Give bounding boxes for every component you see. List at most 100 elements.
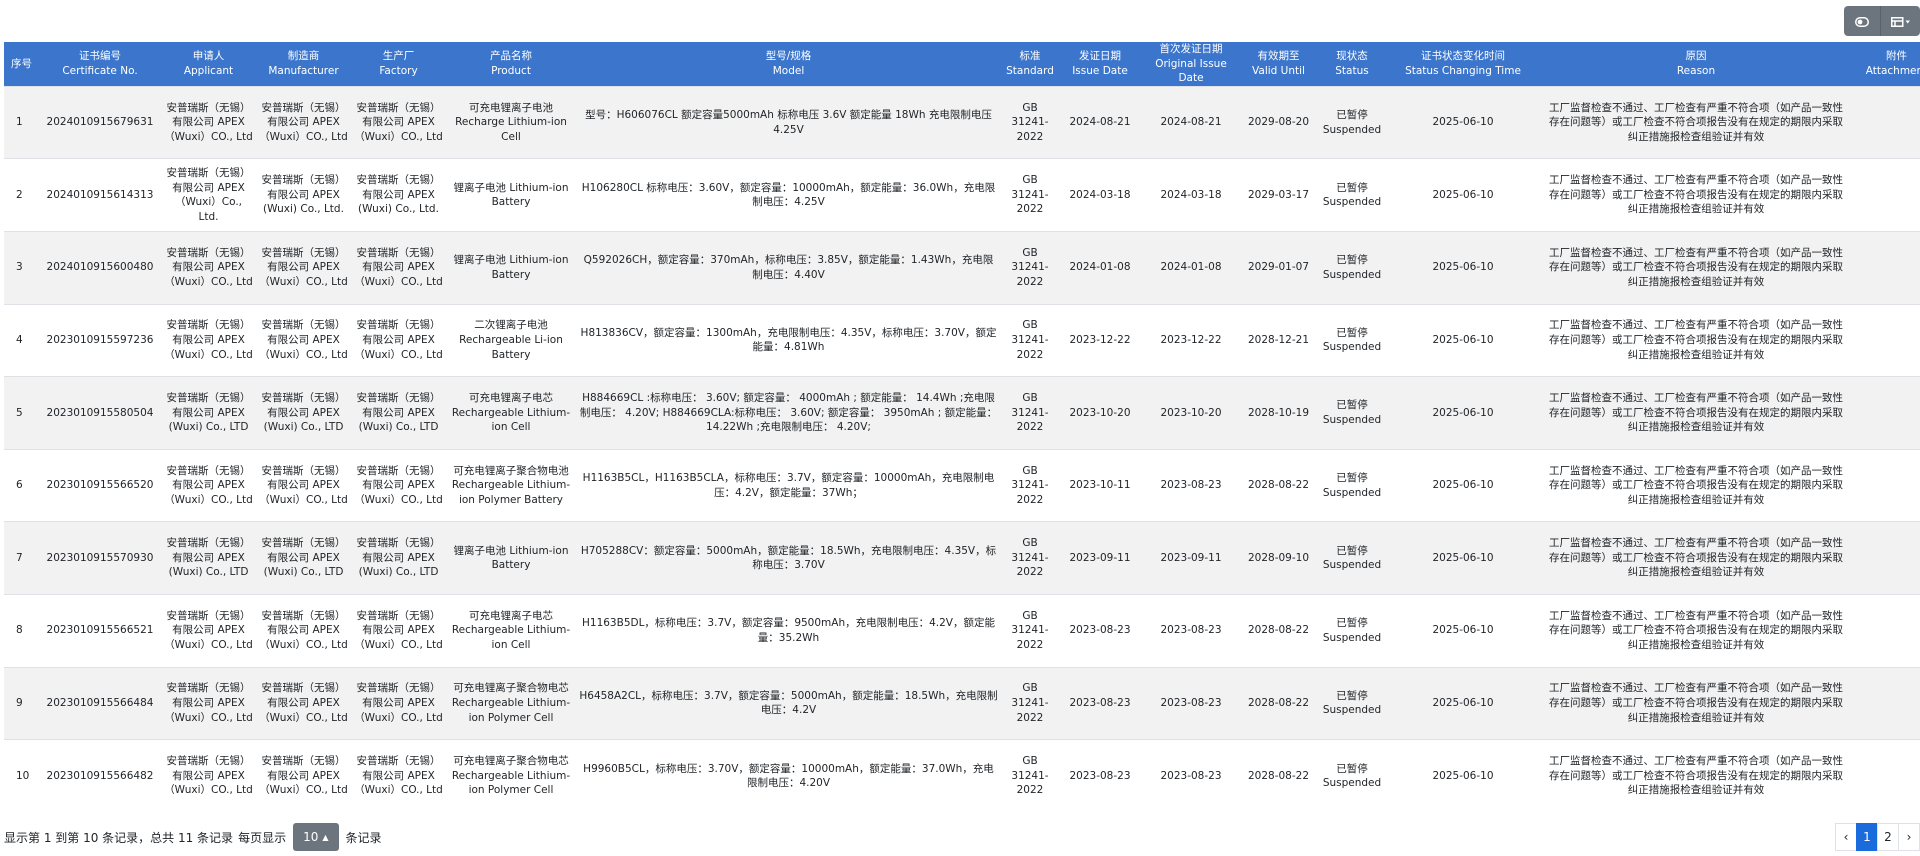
cell-certificate-no: 2023010915580504 — [46, 406, 154, 419]
cell-certificate-no: 2023010915566484 — [46, 697, 154, 710]
cell-model: H813836CV，额定容量：1300mAh，充电限制电压：4.35V，标称电压… — [580, 326, 997, 354]
cell-applicant: 安普瑞斯（无锡）有限公司 APEX（Wuxi）CO., Ltd — [164, 755, 253, 797]
cell-attachment — [1854, 86, 1920, 159]
cell-original-issue-date: 2024-03-18 — [1160, 188, 1222, 201]
column-header-attachment: 附件Attachment — [1854, 42, 1920, 86]
cell-standard: GB 31241-2022 — [1011, 246, 1049, 289]
table-header: 序号 证书编号 Certificate No. 申请人 Applicant 制造商 Manu… — [4, 42, 1920, 87]
cell-status-changing-time: 2025-06-10 — [1432, 261, 1494, 274]
cell-model: H106280CL 标称电压：3.60V，额定容量：10000mAh，额定能量：… — [581, 181, 996, 209]
cell-status: 已暂停 Suspended — [1322, 326, 1382, 354]
cell-row-number: 9 — [16, 697, 23, 710]
cell-model: H1163B5DL，标称电压：3.7V，额定容量：9500mAh，充电限制电压：… — [582, 617, 995, 644]
column-header-zh: 序号 — [11, 57, 32, 70]
next-page-button[interactable]: › — [1898, 823, 1920, 851]
cell-original-issue-date: 2023-08-23 — [1160, 769, 1222, 782]
column-header-index: 序号 — [4, 42, 39, 86]
cell-row-number: 1 — [16, 116, 23, 129]
per-page-label: 每页显示 — [238, 830, 287, 845]
cell-applicant: 安普瑞斯（无锡）有限公司 APEX（Wuxi）CO., Ltd — [164, 101, 253, 143]
cell-original-issue-date: 2023-10-20 — [1160, 406, 1222, 419]
pagination: ‹ 1 2 › — [1835, 823, 1920, 851]
cell-status: 已暂停 Suspended — [1322, 254, 1382, 281]
cell-standard: GB 31241-2022 — [1011, 682, 1049, 724]
cell-status-changing-time: 2025-06-10 — [1432, 479, 1494, 492]
table-row: 6 2023010915566520 安普瑞斯（无锡）有限公司 APEX（Wuxi）… — [4, 449, 1920, 522]
cell-attachment — [1854, 594, 1920, 667]
cell-issue-date: 2023-10-11 — [1069, 479, 1131, 492]
cell-valid-until: 2028-08-22 — [1247, 697, 1310, 710]
column-header-en: Certificate No. — [62, 64, 138, 77]
cell-applicant: 安普瑞斯（无锡）有限公司 APEX（Wuxi）CO., Ltd — [164, 682, 253, 724]
page-size-dropdown[interactable]: 10 ▲ — [293, 823, 339, 851]
certificate-table-container: 序号 证书编号 Certificate No. 申请人 Applicant 制造商 Manu… — [4, 42, 1920, 815]
column-header-valid-until: 有效期至 Valid Until — [1241, 42, 1316, 86]
column-header-en: Status Changing Time — [1405, 64, 1521, 77]
cell-attachment — [1854, 740, 1920, 813]
cell-attachment — [1854, 522, 1920, 595]
cell-model: H1163B5CL，H1163B5CLA，标称电压：3.7V，额定容量：1000… — [582, 471, 995, 499]
cell-original-issue-date: 2023-08-23 — [1160, 697, 1222, 710]
column-header-zh: 型号/规格 — [765, 50, 812, 63]
column-header-zh: 申请人 — [192, 50, 225, 63]
column-header-reason: 原因 Reason — [1538, 42, 1854, 86]
table-row: 2 2024010915614313 安普瑞斯（无锡）有限公司 APEX（Wuxi）… — [4, 158, 1920, 232]
cell-standard: GB 31241-2022 — [1011, 537, 1049, 579]
column-header-issue-date: 发证日期 Issue Date — [1059, 42, 1141, 86]
cell-factory: 安普瑞斯（无锡）有限公司 APEX（Wuxi）CO., Ltd — [354, 609, 443, 652]
cell-model: H884669CL :标称电压： 3.60V; 额定容量： 4000mAh ; … — [579, 392, 998, 434]
page-button-1[interactable]: 1 — [1856, 823, 1878, 851]
cell-status-changing-time: 2025-06-10 — [1432, 116, 1494, 129]
cell-status-changing-time: 2025-06-10 — [1432, 406, 1494, 419]
cell-manufacturer: 安普瑞斯（无锡）有限公司 APEX (Wuxi) Co., LTD — [261, 392, 346, 434]
cell-reason: 工厂监督检查不通过、工厂检查有严重不符合项（如产品一致性存在问题等）或工厂检查不… — [1549, 319, 1843, 361]
column-header-en: Original Issue Date — [1155, 57, 1227, 85]
page-button-2[interactable]: 2 — [1877, 823, 1899, 851]
cell-applicant: 安普瑞斯（无锡）有限公司 APEX（Wuxi）CO., Ltd — [164, 609, 253, 652]
cell-factory: 安普瑞斯（无锡）有限公司 APEX（Wuxi）CO., Ltd — [354, 464, 443, 506]
column-header-applicant: 申请人 Applicant — [161, 42, 256, 86]
column-header-zh: 证书状态变化时间 — [1421, 50, 1505, 63]
cell-product: 锂离子电池 Lithium-ion Battery — [453, 254, 569, 281]
columns-button[interactable] — [1880, 6, 1920, 36]
cell-reason: 工厂监督检查不通过、工厂检查有严重不符合项（如产品一致性存在问题等）或工厂检查不… — [1549, 392, 1843, 434]
cell-original-issue-date: 2023-12-22 — [1160, 334, 1222, 347]
cell-valid-until: 2029-08-20 — [1247, 116, 1310, 129]
column-header-manufacturer: 制造商 Manufacturer — [256, 42, 351, 86]
cell-valid-until: 2028-08-22 — [1247, 624, 1310, 637]
column-header-zh: 产品名称 — [490, 50, 532, 63]
table-body: 1 2024010915679631 安普瑞斯（无锡）有限公司 APEX（Wuxi）… — [4, 86, 1920, 813]
cell-status: 已暂停 Suspended — [1322, 762, 1382, 790]
cell-issue-date: 2023-10-20 — [1069, 406, 1131, 419]
prev-page-button[interactable]: ‹ — [1835, 823, 1857, 851]
column-header-zh: 制造商 — [287, 50, 320, 63]
cell-certificate-no: 2024010915614313 — [46, 188, 154, 201]
cell-product: 可充电锂离子聚合物电芯 Rechargeable Lithium-ion Pol… — [451, 682, 571, 724]
cell-status-changing-time: 2025-06-10 — [1432, 697, 1494, 710]
table-row: 5 2023010915580504 安普瑞斯（无锡）有限公司 APEX (Wuxi… — [4, 376, 1920, 450]
cell-status: 已暂停 Suspended — [1322, 181, 1382, 209]
column-header-en: Applicant — [183, 64, 234, 77]
toggle-view-button[interactable] — [1844, 6, 1880, 36]
column-header-zh: 首次发证日期 — [1159, 43, 1223, 55]
cell-manufacturer: 安普瑞斯（无锡）有限公司 APEX（Wuxi）CO., Ltd — [259, 682, 348, 724]
cell-manufacturer: 安普瑞斯（无锡）有限公司 APEX（Wuxi）CO., Ltd — [259, 755, 348, 797]
cell-row-number: 5 — [16, 406, 23, 419]
cell-factory: 安普瑞斯（无锡）有限公司 APEX（Wuxi）CO., Ltd — [354, 246, 443, 289]
column-header-en: Status — [1335, 64, 1369, 77]
toggle-icon — [1855, 12, 1869, 31]
cell-model: H705288CV：额定容量：5000mAh，额定能量：18.5Wh，充电限制电… — [580, 544, 997, 572]
cell-status: 已暂停 Suspended — [1322, 108, 1382, 136]
table-row: 4 2023010915597236 安普瑞斯（无锡）有限公司 APEX（Wuxi）… — [4, 304, 1920, 377]
column-header-en: Valid Until — [1252, 64, 1305, 77]
cell-original-issue-date: 2023-08-23 — [1160, 624, 1222, 637]
cell-issue-date: 2023-12-22 — [1069, 334, 1131, 347]
column-header-zh: 附件 — [1886, 50, 1907, 63]
cell-factory: 安普瑞斯（无锡）有限公司 APEX (Wuxi) Co., LTD — [356, 392, 441, 434]
cell-attachment — [1854, 231, 1920, 304]
cell-issue-date: 2024-01-08 — [1069, 261, 1131, 274]
cell-standard: GB 31241-2022 — [1011, 464, 1049, 506]
column-header-zh: 证书编号 — [79, 50, 121, 63]
column-header-zh: 标准 — [1019, 50, 1041, 63]
cell-original-issue-date: 2024-01-08 — [1160, 261, 1222, 274]
